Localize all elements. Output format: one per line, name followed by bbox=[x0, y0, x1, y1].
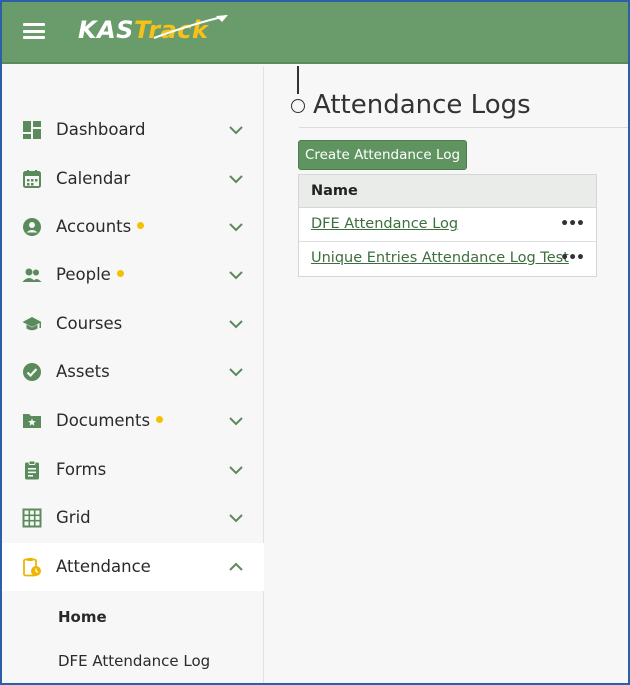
chevron-down-icon[interactable] bbox=[228, 221, 244, 233]
notification-dot bbox=[156, 416, 164, 423]
dashboard-icon bbox=[23, 121, 41, 139]
hamburger-menu-icon[interactable] bbox=[23, 22, 45, 40]
notification-dot bbox=[116, 270, 124, 277]
sidebar-item-courses[interactable]: Courses bbox=[2, 300, 264, 348]
sidebar-item-label: Documents bbox=[56, 397, 164, 445]
attendance-logs-table: Name DFE Attendance Log ••• Unique Entri… bbox=[298, 174, 597, 277]
chevron-up-icon[interactable] bbox=[228, 561, 244, 573]
sidebar-item-dashboard[interactable]: Dashboard bbox=[2, 106, 264, 154]
sidebar-item-label: Assets bbox=[56, 362, 110, 381]
check-circle-icon bbox=[23, 363, 41, 381]
create-attendance-log-button[interactable]: Create Attendance Log bbox=[298, 140, 467, 170]
table-row: DFE Attendance Log ••• bbox=[299, 208, 596, 242]
sidebar-item-label: Grid bbox=[56, 508, 91, 527]
attendance-log-link[interactable]: DFE Attendance Log bbox=[311, 208, 458, 240]
sidebar-item-attendance[interactable]: Attendance bbox=[2, 543, 264, 591]
chevron-down-icon[interactable] bbox=[228, 366, 244, 378]
sidebar-item-grid[interactable]: Grid bbox=[2, 494, 264, 542]
chevron-down-icon[interactable] bbox=[228, 173, 244, 185]
sidebar-item-label: People bbox=[56, 251, 124, 299]
account-circle-icon bbox=[23, 218, 41, 236]
sidebar-item-calendar[interactable]: Calendar bbox=[2, 155, 264, 203]
column-header-name[interactable]: Name bbox=[299, 175, 596, 208]
grid-icon bbox=[22, 508, 42, 528]
app-window: KASTrack Dashboard Calendar Accounts Peo… bbox=[0, 0, 630, 685]
sidebar-item-documents[interactable]: Documents bbox=[2, 397, 264, 445]
sidebar: Dashboard Calendar Accounts People Cours… bbox=[2, 66, 264, 683]
sidebar-item-people[interactable]: People bbox=[2, 251, 264, 299]
more-options-icon[interactable]: ••• bbox=[560, 251, 585, 265]
top-bar: KASTrack bbox=[2, 2, 628, 64]
sidebar-item-label: Forms bbox=[56, 460, 107, 479]
sidebar-item-accounts[interactable]: Accounts bbox=[2, 203, 264, 251]
sidebar-subitem-dfe-attendance-log[interactable]: DFE Attendance Log bbox=[58, 652, 210, 670]
sidebar-item-label: Attendance bbox=[56, 557, 151, 576]
attendance-log-link[interactable]: Unique Entries Attendance Log Test bbox=[311, 242, 569, 274]
main-content: Attendance Logs Create Attendance Log Na… bbox=[265, 66, 628, 683]
chevron-down-icon[interactable] bbox=[228, 415, 244, 427]
sidebar-item-label: Dashboard bbox=[56, 120, 146, 139]
sidebar-item-assets[interactable]: Assets bbox=[2, 348, 264, 396]
chevron-down-icon[interactable] bbox=[228, 318, 244, 330]
timeline-node bbox=[291, 99, 305, 113]
notification-dot bbox=[137, 222, 145, 229]
chevron-down-icon[interactable] bbox=[228, 124, 244, 136]
page-title: Attendance Logs bbox=[313, 90, 531, 120]
clipboard-icon bbox=[25, 460, 39, 480]
sidebar-item-label: Calendar bbox=[56, 169, 131, 188]
sidebar-item-forms[interactable]: Forms bbox=[2, 446, 264, 494]
folder-star-icon bbox=[23, 414, 41, 428]
sidebar-subitem-home[interactable]: Home bbox=[58, 608, 107, 626]
more-options-icon[interactable]: ••• bbox=[560, 217, 585, 231]
logo-swoosh-icon bbox=[153, 15, 228, 39]
table-row: Unique Entries Attendance Log Test ••• bbox=[299, 242, 596, 276]
calendar-icon bbox=[23, 170, 41, 188]
chevron-down-icon[interactable] bbox=[228, 512, 244, 524]
timeline-line bbox=[297, 66, 299, 94]
title-divider bbox=[299, 127, 628, 128]
chevron-down-icon[interactable] bbox=[228, 269, 244, 281]
people-icon bbox=[22, 268, 42, 282]
graduation-cap-icon bbox=[22, 317, 42, 331]
chevron-down-icon[interactable] bbox=[228, 464, 244, 476]
sidebar-item-label: Courses bbox=[56, 314, 123, 333]
clipboard-clock-icon bbox=[23, 558, 41, 577]
sidebar-item-label: Accounts bbox=[56, 203, 145, 251]
